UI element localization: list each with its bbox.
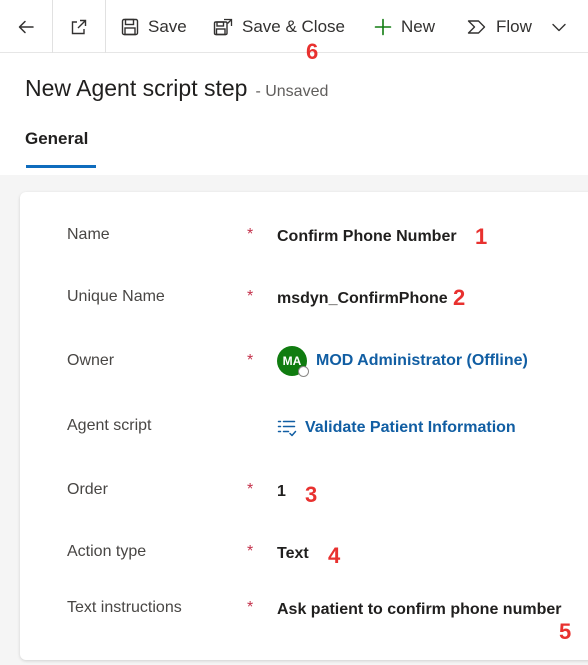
checklist-icon <box>277 419 297 437</box>
action-type-select[interactable]: Text <box>277 545 309 563</box>
new-label: New <box>401 16 436 36</box>
annotation-1: 1 <box>475 224 488 249</box>
avatar: MA <box>277 346 309 377</box>
back-arrow-icon <box>16 17 36 37</box>
field-label-action-type: Action type <box>67 543 147 560</box>
field-label-name: Name <box>67 226 110 243</box>
field-text-instructions: Text instructions * Ask patient to confi… <box>20 599 588 639</box>
page-title: New Agent script step <box>25 75 248 101</box>
annotation-2: 2 <box>453 285 466 310</box>
field-label-unique-name: Unique Name <box>67 288 165 305</box>
unique-name-input[interactable]: msdyn_ConfirmPhone <box>277 290 448 308</box>
tab-selected-indicator <box>26 165 96 168</box>
agent-script-link[interactable]: Validate Patient Information <box>305 419 516 437</box>
offline-presence-icon <box>298 366 309 377</box>
save-label: Save <box>148 16 187 36</box>
field-label-order: Order <box>67 481 108 498</box>
form-header: New Agent script step - Unsaved General <box>0 53 588 175</box>
required-indicator: * <box>247 352 254 369</box>
tab-general[interactable]: General <box>25 129 88 149</box>
annotation-6: 6 <box>306 39 319 64</box>
save-and-close-button[interactable]: Save & Close <box>212 0 345 53</box>
field-agent-script: Agent script Validate Patient Informatio… <box>20 417 588 457</box>
flow-icon <box>466 17 488 37</box>
open-in-new-window-button[interactable] <box>53 0 106 53</box>
general-section-card: Name * Confirm Phone Number Unique Name … <box>20 192 588 660</box>
field-label-agent-script: Agent script <box>67 417 152 434</box>
field-label-owner: Owner <box>67 352 115 369</box>
annotation-3: 3 <box>305 482 318 507</box>
chevron-down-icon <box>551 19 567 35</box>
avatar-initials: MA <box>282 354 302 368</box>
text-instructions-input[interactable]: Ask patient to confirm phone number <box>277 601 561 619</box>
command-bar: Save Save & Close New Flow <box>0 0 588 53</box>
annotation-4: 4 <box>328 543 341 568</box>
owner-name-link[interactable]: MOD Administrator (Offline) <box>316 352 528 370</box>
save-button[interactable]: Save <box>120 0 187 53</box>
title-row: New Agent script step - Unsaved <box>25 75 328 102</box>
field-name: Name * Confirm Phone Number <box>20 226 588 266</box>
field-owner: Owner * MA MOD Administrator (Offline) <box>20 346 588 392</box>
required-indicator: * <box>247 288 254 305</box>
field-unique-name: Unique Name * msdyn_ConfirmPhone <box>20 288 588 328</box>
back-button[interactable] <box>0 0 53 53</box>
save-and-close-icon <box>212 17 234 37</box>
field-label-text-instructions: Text instructions <box>67 599 182 616</box>
unsaved-status: - Unsaved <box>255 83 329 100</box>
save-icon <box>120 17 140 37</box>
pop-out-icon <box>69 17 89 37</box>
save-and-close-label: Save & Close <box>242 16 345 36</box>
new-button[interactable]: New <box>373 0 435 53</box>
name-input[interactable]: Confirm Phone Number <box>277 228 457 246</box>
field-order: Order * 1 <box>20 481 588 521</box>
required-indicator: * <box>247 599 254 616</box>
field-action-type: Action type * Text <box>20 543 588 583</box>
owner-lookup-value[interactable]: MA MOD Administrator (Offline) <box>277 346 528 377</box>
required-indicator: * <box>247 226 254 243</box>
plus-icon <box>373 17 393 37</box>
order-input[interactable]: 1 <box>277 483 286 501</box>
flow-label: Flow <box>496 16 532 36</box>
required-indicator: * <box>247 543 254 560</box>
agent-script-lookup-value[interactable]: Validate Patient Information <box>277 419 516 437</box>
required-indicator: * <box>247 481 254 498</box>
more-commands-button[interactable] <box>547 0 571 53</box>
flow-button[interactable]: Flow <box>466 0 532 53</box>
annotation-5: 5 <box>559 619 572 644</box>
